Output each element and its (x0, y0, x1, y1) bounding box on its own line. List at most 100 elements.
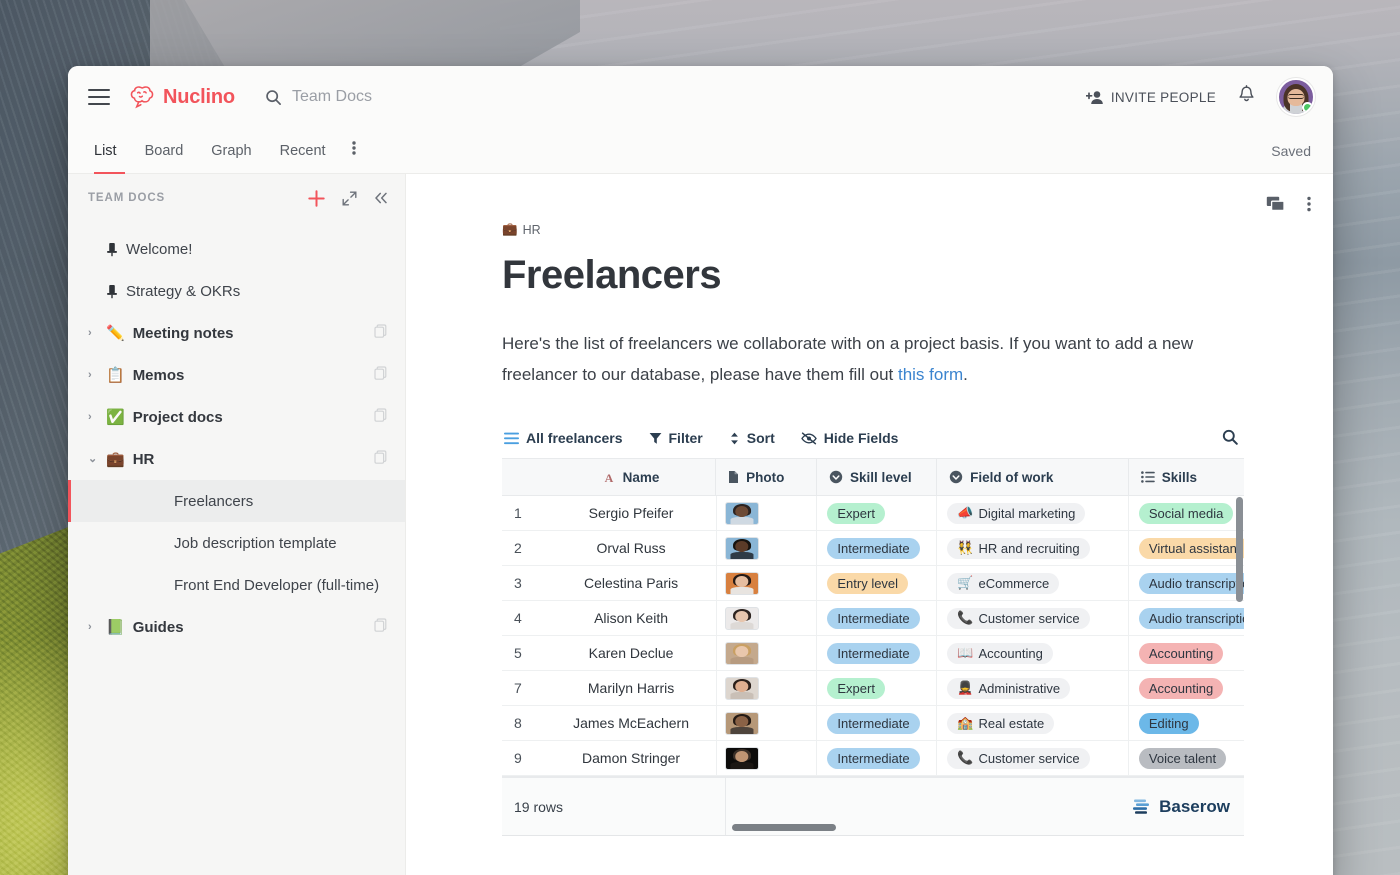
cell-photo[interactable] (717, 636, 818, 670)
sidebar-item-freelancers[interactable]: Freelancers (68, 480, 405, 522)
cell-skill-level[interactable]: Intermediate (817, 741, 938, 775)
add-item-button[interactable] (307, 189, 326, 208)
cell-field-of-work[interactable]: 📣 Digital marketing (937, 496, 1129, 530)
invite-people-button[interactable]: INVITE PEOPLE (1085, 90, 1216, 105)
skill-badge: Editing (1138, 712, 1199, 734)
duplicate-icon[interactable] (374, 366, 387, 384)
tab-board[interactable]: Board (131, 128, 198, 174)
cell-field-of-work[interactable]: 💂 Administrative (937, 671, 1129, 705)
sidebar-item-project-docs[interactable]: › ✅ Project docs (68, 396, 405, 438)
comments-button[interactable] (1266, 196, 1285, 212)
tab-list[interactable]: List (88, 128, 131, 174)
cell-field-of-work[interactable]: 🛒 eCommerce (937, 566, 1129, 600)
chevron-right-icon: › (88, 326, 92, 339)
table-row[interactable]: 2 Orval Russ Intermediate 👯 HR and recruitin… (502, 531, 1244, 566)
cell-name[interactable]: Orval Russ (546, 531, 717, 565)
cell-skills[interactable]: Accounting (1129, 671, 1244, 705)
sidebar-item-job-description-template[interactable]: Job description template (68, 522, 405, 564)
grid-horizontal-scrollbar[interactable] (732, 824, 836, 831)
cell-name[interactable]: Marilyn Harris (546, 671, 717, 705)
cell-skill-level[interactable]: Entry level (817, 566, 938, 600)
cell-skill-level[interactable]: Intermediate (817, 601, 938, 635)
this-form-link[interactable]: this form (898, 365, 963, 384)
table-row[interactable]: 7 Marilyn Harris Expert 💂 Administrative Acco… (502, 671, 1244, 706)
grid-header-skill-level[interactable]: Skill level (817, 459, 938, 495)
sidebar-item-memos[interactable]: › 📋 Memos (68, 354, 405, 396)
cell-skill-level[interactable]: Intermediate (817, 636, 938, 670)
kebab-menu-icon (351, 141, 356, 155)
hide-fields-button[interactable]: Hide Fields (800, 430, 898, 446)
cell-skills[interactable]: Editing (1129, 706, 1244, 740)
duplicate-icon[interactable] (374, 618, 387, 636)
grid-header-name[interactable]: A Name (546, 459, 717, 495)
cell-field-of-work[interactable]: 📞 Customer service (937, 741, 1129, 775)
cell-name[interactable]: Celestina Paris (546, 566, 717, 600)
table-row[interactable]: 9 Damon Stringer Intermediate 📞 Customer ser… (502, 741, 1244, 776)
sidebar-item-meeting-notes[interactable]: › ✏️ Meeting notes (68, 312, 405, 354)
grid-body: 1 Sergio Pfeifer Expert 📣 Digital marketing S… (502, 496, 1244, 776)
grid-header-photo[interactable]: Photo (716, 459, 818, 495)
cell-skills[interactable]: Voice talent (1129, 741, 1244, 775)
cell-skills[interactable]: Audio transcription (1129, 601, 1244, 635)
duplicate-icon[interactable] (374, 450, 387, 468)
cell-photo[interactable] (717, 601, 818, 635)
row-index: 9 (514, 750, 522, 766)
cell-photo[interactable] (717, 496, 818, 530)
cell-field-of-work[interactable]: 📖 Accounting (937, 636, 1129, 670)
cell-skill-level[interactable]: Expert (817, 671, 938, 705)
tab-graph[interactable]: Graph (197, 128, 265, 174)
search-input[interactable]: Team Docs (265, 88, 372, 106)
avatar[interactable] (1277, 78, 1315, 116)
table-row[interactable]: 1 Sergio Pfeifer Expert 📣 Digital marketing S… (502, 496, 1244, 531)
cell-field-of-work[interactable]: 👯 HR and recruiting (937, 531, 1129, 565)
cell-name[interactable]: Karen Declue (546, 636, 717, 670)
cell-photo[interactable] (717, 671, 818, 705)
cell-skill-level[interactable]: Intermediate (817, 531, 938, 565)
cell-field-of-work[interactable]: 📞 Customer service (937, 601, 1129, 635)
sidebar-item-strategy-okrs[interactable]: Strategy & OKRs (68, 270, 405, 312)
collapse-sidebar-button[interactable] (373, 191, 389, 205)
grid-header-field-of-work[interactable]: Field of work (937, 459, 1129, 495)
cell-field-of-work[interactable]: 🏫 Real estate (937, 706, 1129, 740)
filter-button[interactable]: Filter (649, 430, 703, 446)
cell-skills[interactable]: Social media (1129, 496, 1244, 530)
grid-vertical-scrollbar[interactable] (1236, 497, 1243, 602)
cell-skills[interactable]: Audio transcription (1129, 566, 1244, 600)
table-row[interactable]: 4 Alison Keith Intermediate 📞 Customer servi… (502, 601, 1244, 636)
cell-skill-level[interactable]: Expert (817, 496, 938, 530)
sidebar-item-hr[interactable]: ⌄ 💼 HR (68, 438, 405, 480)
duplicate-icon[interactable] (374, 324, 387, 342)
breadcrumb[interactable]: 💼 HR (502, 222, 1333, 237)
cell-photo[interactable] (717, 566, 818, 600)
sidebar-item-guides[interactable]: › 📗 Guides (68, 606, 405, 648)
search-icon (266, 89, 281, 105)
view-selector-button[interactable]: All freelancers (504, 430, 623, 446)
cell-photo[interactable] (717, 741, 818, 775)
grid-header-skills[interactable]: Skills (1129, 459, 1244, 495)
duplicate-icon[interactable] (374, 408, 387, 426)
table-row[interactable]: 3 Celestina Paris Entry level 🛒 eCommerce Aud… (502, 566, 1244, 601)
tab-recent[interactable]: Recent (266, 128, 340, 174)
tabs-more-button[interactable] (340, 140, 368, 161)
sort-button[interactable]: Sort (729, 430, 775, 446)
document-menu-button[interactable] (1307, 196, 1311, 212)
table-row[interactable]: 8 James McEachern Intermediate 🏫 Real estate… (502, 706, 1244, 741)
cell-name[interactable]: James McEachern (546, 706, 717, 740)
table-row[interactable]: 5 Karen Declue Intermediate 📖 Accounting Acco… (502, 636, 1244, 671)
nuclino-logo[interactable]: Nuclino (128, 85, 235, 109)
grid-search-button[interactable] (1222, 429, 1242, 448)
hamburger-icon[interactable] (88, 89, 110, 105)
cell-photo[interactable] (717, 706, 818, 740)
baserow-logo[interactable]: Baserow (1131, 797, 1244, 817)
sidebar-item-front-end-developer[interactable]: Front End Developer (full-time) (68, 564, 405, 606)
sidebar-item-welcome[interactable]: Welcome! (68, 228, 405, 270)
cell-skills[interactable]: Virtual assistant (1129, 531, 1244, 565)
notifications-button[interactable] (1238, 85, 1255, 109)
cell-name[interactable]: Sergio Pfeifer (546, 496, 717, 530)
cell-name[interactable]: Alison Keith (546, 601, 717, 635)
cell-skills[interactable]: Accounting (1129, 636, 1244, 670)
expand-button[interactable] (342, 191, 357, 206)
cell-skill-level[interactable]: Intermediate (817, 706, 938, 740)
cell-photo[interactable] (717, 531, 818, 565)
cell-name[interactable]: Damon Stringer (546, 741, 717, 775)
